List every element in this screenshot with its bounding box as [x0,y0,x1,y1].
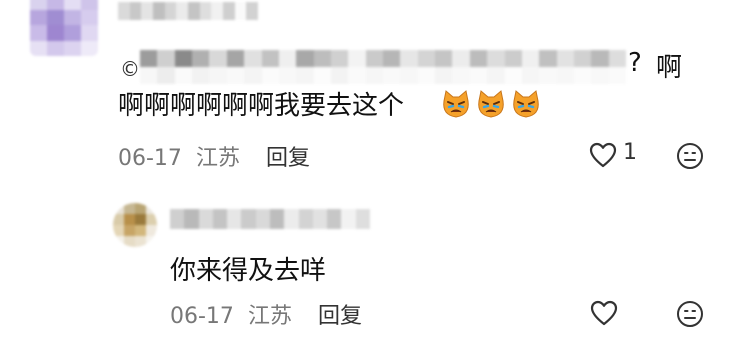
quoted-text [140,50,626,84]
reply-date: 06-17 [170,304,234,329]
emoji-group [440,88,542,120]
reply-text: 你来得及去咩 [170,256,327,286]
heart-icon[interactable] [589,299,619,327]
comment-meta: 06-17 江苏 [118,140,240,172]
quote-icon: © [120,57,140,81]
username[interactable] [118,2,258,20]
reply-button[interactable]: 回复 [318,298,362,330]
comment-text-line2: 啊啊啊啊啊啊我要去这个 [118,91,405,121]
reply-meta: 06-17 江苏 [170,298,292,330]
comment-text-line1: 啊 [656,53,683,83]
crying-cat-emoji [478,90,504,118]
avatar[interactable] [113,203,157,247]
crying-cat-emoji [513,90,539,118]
quote-end-mark: ? [628,48,642,78]
username[interactable] [170,209,370,229]
avatar[interactable] [30,0,98,56]
comment-date: 06-17 [118,146,182,171]
reply-button[interactable]: 回复 [266,140,310,172]
comment-location: 江苏 [195,146,240,171]
crying-cat-emoji [443,90,469,118]
dislike-face-icon[interactable] [675,141,705,171]
like-count: 1 [623,140,637,165]
dislike-face-icon[interactable] [675,299,705,329]
reply-location: 江苏 [247,304,292,329]
heart-icon[interactable] [588,141,618,169]
